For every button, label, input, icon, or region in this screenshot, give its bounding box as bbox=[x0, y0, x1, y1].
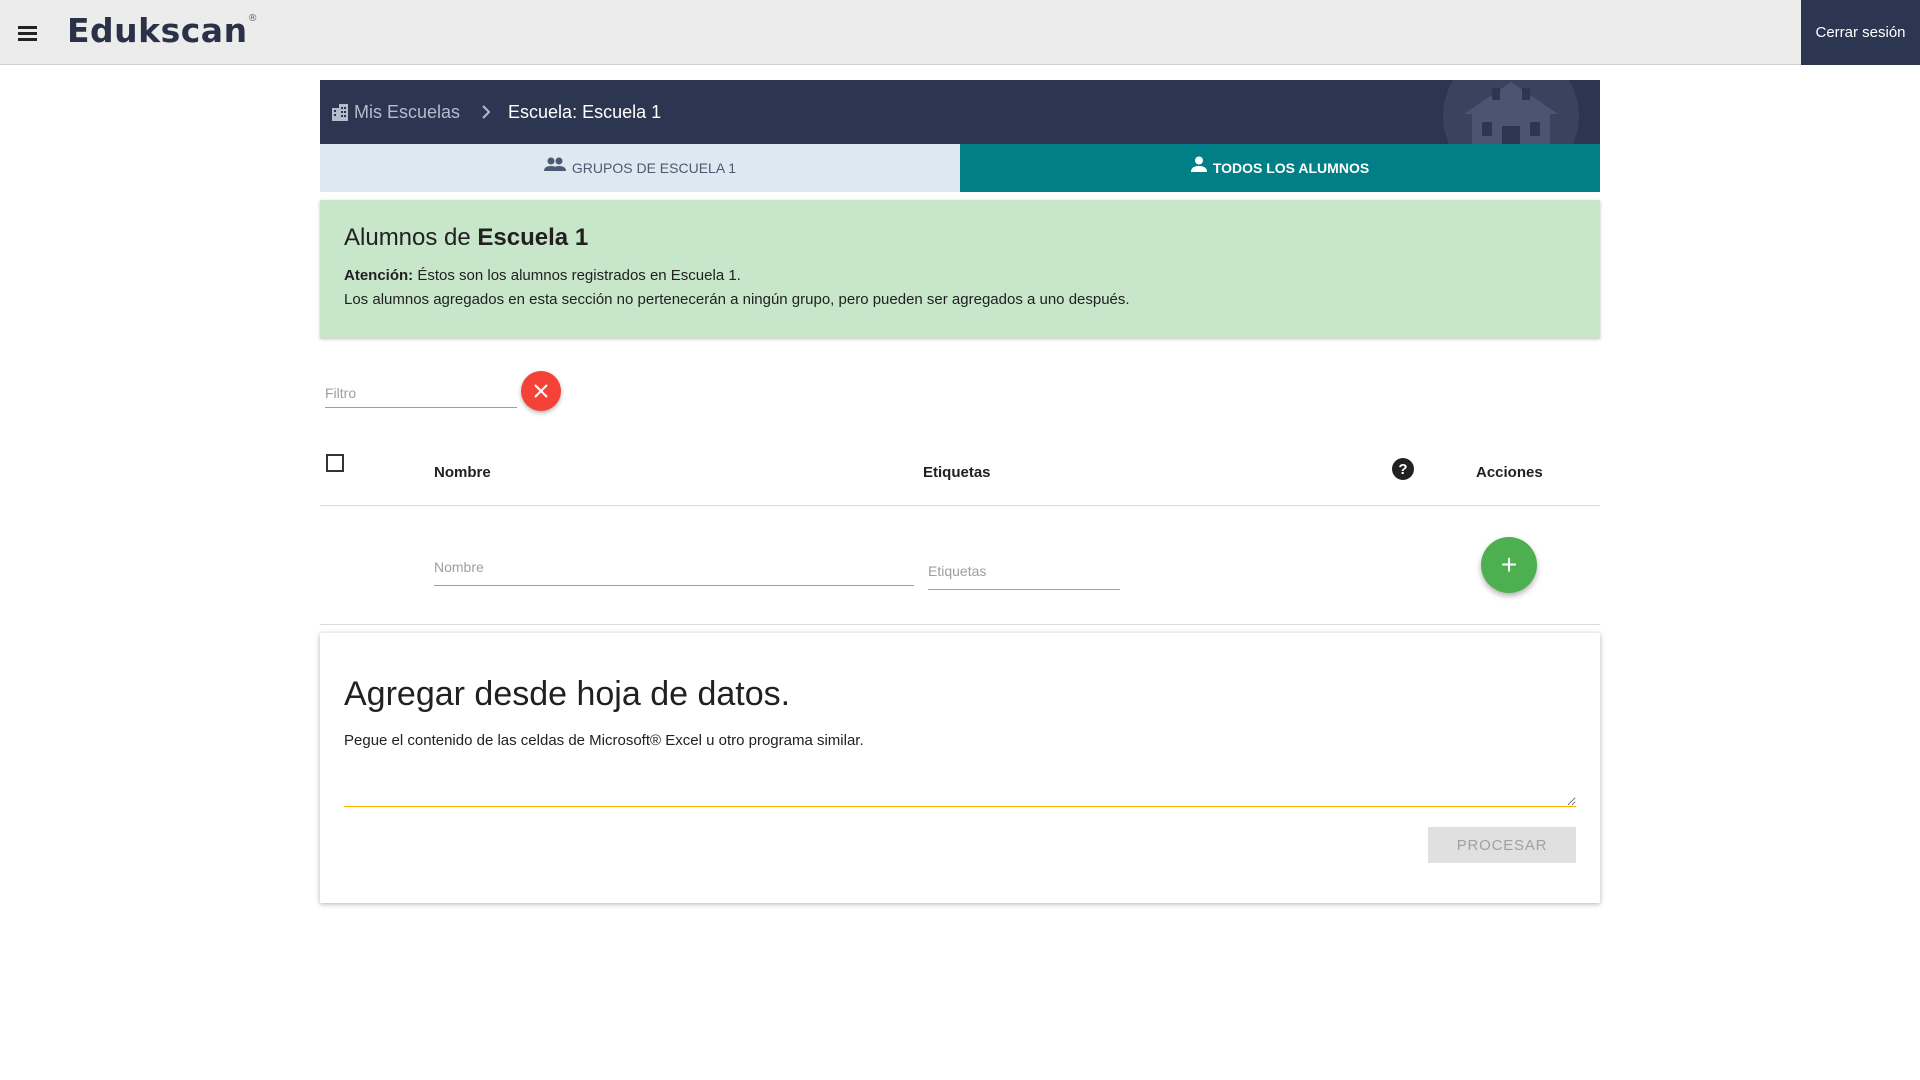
app-logo: Edukscan® bbox=[67, 11, 258, 50]
paste-from-spreadsheet-card: Agregar desde hoja de datos. Pegue el co… bbox=[320, 633, 1600, 903]
process-button[interactable]: PROCESAR bbox=[1428, 827, 1576, 863]
logo-text: Edukscan bbox=[67, 11, 248, 50]
logo-registered-mark: ® bbox=[247, 13, 259, 24]
info-panel: Alumnos de Escuela 1 Atención: Éstos son… bbox=[320, 200, 1600, 338]
logout-button[interactable]: Cerrar sesión bbox=[1801, 0, 1920, 65]
filter-row bbox=[320, 338, 1600, 438]
group-icon bbox=[543, 157, 566, 171]
new-student-name-input[interactable] bbox=[434, 548, 914, 586]
top-app-bar: Edukscan® Cerrar sesión bbox=[0, 0, 1920, 65]
chevron-right-icon bbox=[482, 105, 491, 119]
paste-title: Agregar desde hoja de datos. bbox=[344, 675, 791, 713]
breadcrumb-my-schools-link[interactable]: Mis Escuelas bbox=[354, 102, 460, 123]
attention-text: Éstos son los alumnos registrados en Esc… bbox=[417, 267, 741, 284]
paste-description: Pegue el contenido de las celdas de Micr… bbox=[344, 732, 864, 749]
house-background-icon bbox=[1443, 80, 1579, 144]
column-header-name[interactable]: Nombre bbox=[434, 464, 491, 481]
select-all-checkbox[interactable] bbox=[326, 454, 344, 472]
info-title-school: Escuela 1 bbox=[477, 224, 589, 251]
hamburger-menu-icon[interactable] bbox=[14, 20, 40, 46]
attention-label: Atención: bbox=[344, 267, 414, 284]
tab-school-groups[interactable]: GRUPOS DE ESCUELA 1 bbox=[320, 144, 960, 192]
new-student-tags-input[interactable] bbox=[928, 552, 1120, 590]
add-student-button[interactable]: + bbox=[1481, 537, 1537, 593]
table-header: Nombre Etiquetas ? Acciones bbox=[320, 438, 1600, 506]
school-building-icon bbox=[332, 104, 348, 121]
clear-filter-button[interactable] bbox=[521, 371, 561, 411]
info-title-prefix: Alumnos de bbox=[344, 224, 471, 251]
close-icon bbox=[534, 384, 548, 398]
person-icon bbox=[1190, 156, 1207, 172]
tab-school-groups-label: GRUPOS DE ESCUELA 1 bbox=[571, 160, 737, 176]
info-title: Alumnos de Escuela 1 bbox=[344, 224, 1576, 252]
tab-bar: GRUPOS DE ESCUELA 1 TODOS LOS ALUMNOS bbox=[320, 144, 1600, 192]
filter-input[interactable] bbox=[325, 370, 517, 408]
new-student-row: + bbox=[320, 506, 1600, 625]
tab-all-students[interactable]: TODOS LOS ALUMNOS bbox=[960, 144, 1600, 192]
paste-textarea[interactable] bbox=[344, 763, 1576, 807]
tab-all-students-label: TODOS LOS ALUMNOS bbox=[1212, 160, 1370, 176]
info-note: Los alumnos agregados en esta sección no… bbox=[344, 291, 1130, 308]
attention-line: Atención: Éstos son los alumnos registra… bbox=[344, 264, 1576, 288]
breadcrumb-current: Escuela: Escuela 1 bbox=[508, 101, 662, 122]
column-header-tags[interactable]: Etiquetas bbox=[923, 464, 991, 481]
help-icon[interactable]: ? bbox=[1392, 458, 1414, 480]
column-header-actions: Acciones bbox=[1476, 464, 1543, 481]
breadcrumb: Mis Escuelas Escuela: Escuela 1 bbox=[320, 80, 1600, 144]
main-container: Mis Escuelas Escuela: Escuela 1 GRUPOS D… bbox=[320, 80, 1600, 903]
